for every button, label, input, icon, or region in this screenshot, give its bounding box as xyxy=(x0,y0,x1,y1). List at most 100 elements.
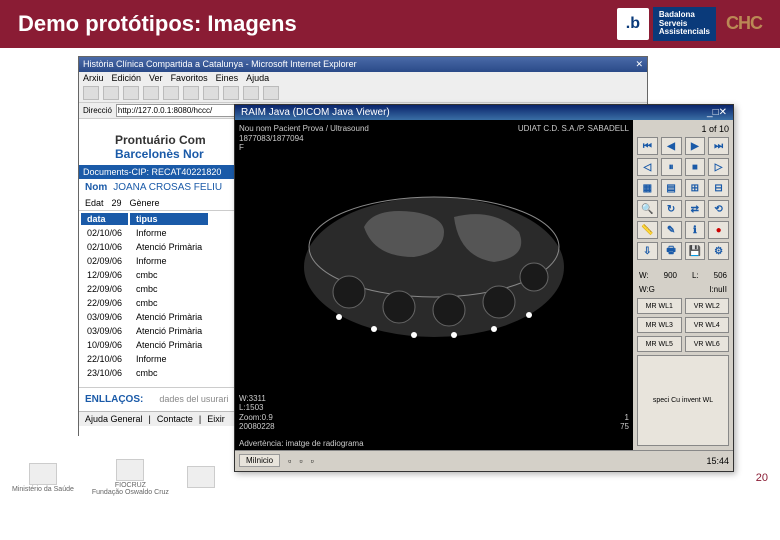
wl-btn-5[interactable]: MR WL5 xyxy=(637,336,682,352)
info-icon[interactable]: ℹ xyxy=(685,221,706,239)
ie-menu-edit[interactable]: Edición xyxy=(112,73,142,83)
ie-menu-help[interactable]: Ajuda xyxy=(246,73,269,83)
wl-btn-3[interactable]: MR WL3 xyxy=(637,317,682,333)
stat-wg: W:GI:nuII xyxy=(637,284,729,295)
fiocruz-logo-icon xyxy=(116,459,144,481)
table-row[interactable]: 22/09/06cmbc xyxy=(81,297,208,309)
edad-label: Edat xyxy=(85,198,104,208)
wl-btn-2[interactable]: VR WL2 xyxy=(685,298,730,314)
overlay-bottom-right: 1 75 xyxy=(620,413,629,432)
next-icon[interactable]: ▷ xyxy=(708,158,729,176)
wl-manual-button[interactable]: speci Cu invent WL xyxy=(637,355,729,446)
ie-refresh-icon[interactable] xyxy=(143,86,159,100)
play-rev-icon[interactable]: ◀ xyxy=(661,137,682,155)
ie-home-icon[interactable] xyxy=(163,86,179,100)
ie-menu-file[interactable]: Arxiu xyxy=(83,73,104,83)
ie-menu-view[interactable]: Ver xyxy=(149,73,163,83)
dicom-image-area[interactable]: Nou nom Pacient Prova / Ultrasound 18770… xyxy=(235,120,633,450)
ie-menu-fav[interactable]: Favoritos xyxy=(171,73,208,83)
image-counter: 1 of 10 xyxy=(637,124,729,134)
slide-stage: Història Clínica Compartida a Catalunya … xyxy=(0,48,780,498)
table-row[interactable]: 03/09/06Atenció Primària xyxy=(81,311,208,323)
ie-menu-tools[interactable]: Eines xyxy=(216,73,239,83)
table-row[interactable]: 03/09/06Atenció Primària xyxy=(81,325,208,337)
save-icon[interactable]: 💾 xyxy=(685,242,706,260)
footer-logo-ms: Ministério da Saúde xyxy=(12,463,74,493)
layout-1-icon[interactable]: ▦ xyxy=(637,179,658,197)
links-text[interactable]: dades del usurari xyxy=(159,394,228,405)
dicom-viewer-window: RAIM Java (DICOM Java Viewer) _ □ ✕ Nou … xyxy=(234,104,734,472)
table-row[interactable]: 02/10/06Informe xyxy=(81,227,208,239)
print-icon[interactable]: 🖶 xyxy=(661,242,682,260)
overlay-l1: Prontuário Com xyxy=(115,133,206,147)
ie-search-icon[interactable] xyxy=(183,86,199,100)
bottom-help[interactable]: Ajuda General xyxy=(85,414,143,424)
export-icon[interactable]: ⇩ xyxy=(637,242,658,260)
wl-btn-1[interactable]: MR WL1 xyxy=(637,298,682,314)
table-row[interactable]: 22/09/06cmbc xyxy=(81,283,208,295)
last-icon[interactable]: ⏭ xyxy=(708,137,729,155)
table-row[interactable]: 22/10/06Informe xyxy=(81,353,208,365)
layout-4-icon[interactable]: ⊟ xyxy=(708,179,729,197)
play-fwd-icon[interactable]: ▶ xyxy=(685,137,706,155)
wl-btn-4[interactable]: VR WL4 xyxy=(685,317,730,333)
pause-icon[interactable]: ⏸ xyxy=(661,158,682,176)
viewer-title-text: RAIM Java (DICOM Java Viewer) xyxy=(241,107,707,118)
footer-logo-3 xyxy=(187,466,215,489)
ie-mail-icon[interactable] xyxy=(243,86,259,100)
reset-icon[interactable]: ⟲ xyxy=(708,200,729,218)
slide-title: Demo protótipos: Imagens xyxy=(18,11,617,37)
first-icon[interactable]: ⏮ xyxy=(637,137,658,155)
warning-text: Advertència: imatge de radiograma xyxy=(239,439,364,448)
ie-print-icon[interactable] xyxy=(263,86,279,100)
overlay-bottom-left: W:3311 L:1503 Zoom:0.9 20080228 xyxy=(239,394,275,432)
rotate-icon[interactable]: ↻ xyxy=(661,200,682,218)
logo3-icon xyxy=(187,466,215,488)
edad-value: 29 xyxy=(112,198,122,208)
logo-bsa: Badalona Serveis Assistencials xyxy=(653,7,716,41)
table-row[interactable]: 02/10/06Atenció Primària xyxy=(81,241,208,253)
ie-fwd-icon[interactable] xyxy=(103,86,119,100)
header-logos: .b Badalona Serveis Assistencials CHC xyxy=(617,7,762,41)
viewer-body: Nou nom Pacient Prova / Ultrasound 18770… xyxy=(235,120,733,450)
ie-stop-icon[interactable] xyxy=(123,86,139,100)
layout-3-icon[interactable]: ⊞ xyxy=(685,179,706,197)
measure-icon[interactable]: 📏 xyxy=(637,221,658,239)
zoom-icon[interactable]: 🔍 xyxy=(637,200,658,218)
table-row[interactable]: 23/10/06cmbc xyxy=(81,367,208,379)
ie-title-text: Història Clínica Compartida a Catalunya … xyxy=(83,59,635,70)
overlay-caption: Prontuário Com Barcelonès Nor xyxy=(115,133,206,161)
layout-2-icon[interactable]: ▤ xyxy=(661,179,682,197)
settings-icon[interactable]: ⚙ xyxy=(708,242,729,260)
viewer-titlebar[interactable]: RAIM Java (DICOM Java Viewer) _ □ ✕ xyxy=(235,105,733,120)
bottom-exit[interactable]: Eixir xyxy=(207,414,225,424)
wl-btn-6[interactable]: VR WL6 xyxy=(685,336,730,352)
ie-titlebar: Història Clínica Compartida a Catalunya … xyxy=(79,57,647,72)
viewer-toolbar: 1 of 10 ⏮ ◀ ▶ ⏭ ◁ ⏸ ■ ▷ ▦ ▤ ⊞ ⊟ xyxy=(633,120,733,450)
slide-header: Demo protótipos: Imagens .b Badalona Ser… xyxy=(0,0,780,48)
ms-logo-icon xyxy=(29,463,57,485)
table-row[interactable]: 02/09/06Informe xyxy=(81,255,208,267)
patient-nom-value: JOANA CROSAS FELIU xyxy=(113,182,222,193)
ie-toolbar[interactable] xyxy=(79,84,647,103)
logo-b-icon: .b xyxy=(617,8,649,40)
ie-hist-icon[interactable] xyxy=(223,86,239,100)
ie-menubar[interactable]: Arxiu Edición Ver Favoritos Eines Ajuda xyxy=(79,72,647,84)
prev-icon[interactable]: ◁ xyxy=(637,158,658,176)
ie-back-icon[interactable] xyxy=(83,86,99,100)
viewer-close-icon[interactable]: ✕ xyxy=(719,107,727,118)
table-row[interactable]: 12/09/06cmbc xyxy=(81,269,208,281)
table-row[interactable]: 10/09/06Atenció Primària xyxy=(81,339,208,351)
bottom-contact[interactable]: Contacte xyxy=(157,414,193,424)
stop-icon[interactable]: ■ xyxy=(685,158,706,176)
overlay-l2: Barcelonès Nor xyxy=(115,147,206,161)
links-label: ENLLAÇOS: xyxy=(85,394,143,405)
annotate-icon[interactable]: ✎ xyxy=(661,221,682,239)
flip-icon[interactable]: ⇄ xyxy=(685,200,706,218)
th-data: data xyxy=(81,213,128,225)
genero-label: Gènere xyxy=(130,198,160,208)
ie-close-icon[interactable]: ✕ xyxy=(635,59,643,70)
stat-w: W:900L:506 xyxy=(637,270,729,281)
ie-fav-icon[interactable] xyxy=(203,86,219,100)
record-icon[interactable]: ● xyxy=(708,221,729,239)
